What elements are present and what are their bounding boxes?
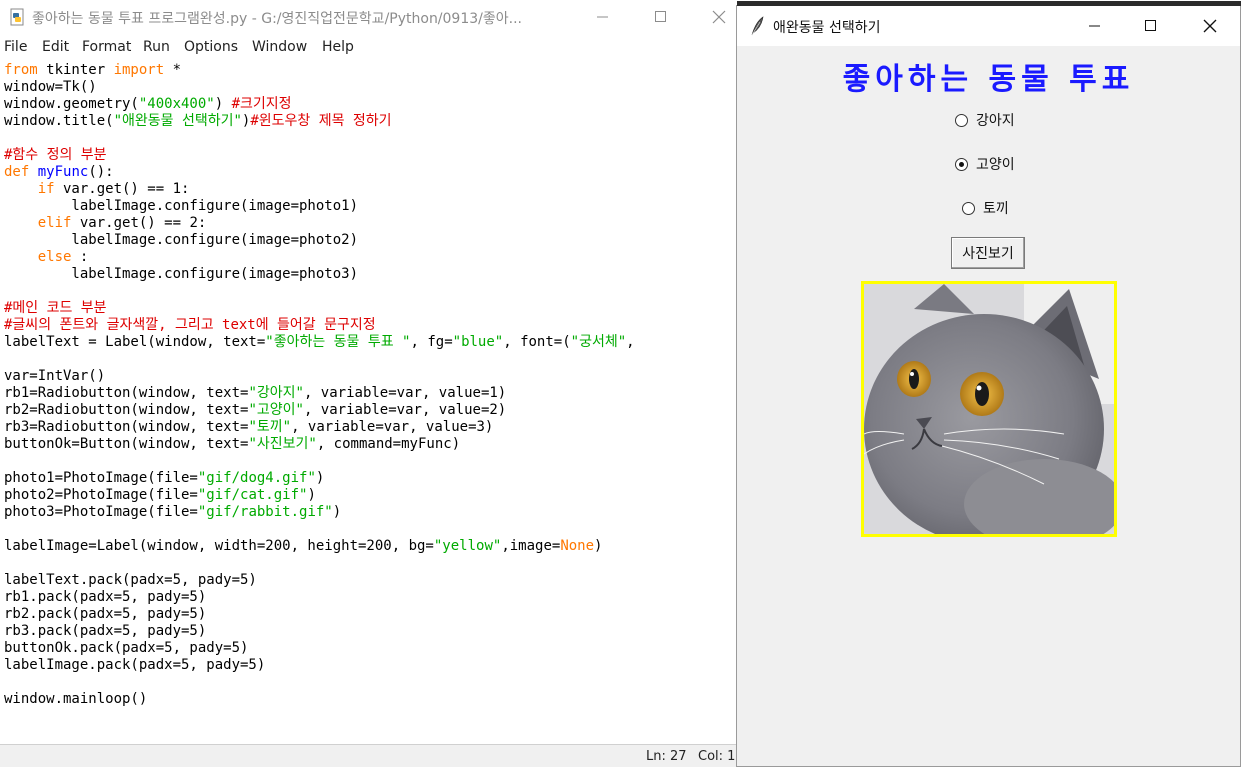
menu-options[interactable]: Options [184,39,238,55]
cat-photo [864,284,1114,534]
vote-title-label: 좋아하는 동물 투표 [842,62,1135,97]
idle-editor-window: 좋아하는 동물 투표 프로그램완성.py - G:/영진직업전문학교/Pytho… [0,0,740,767]
tk-maximize-button[interactable] [1128,9,1174,43]
radio-label: 토끼 [983,201,1009,217]
tk-feather-icon [751,16,764,36]
minimize-icon [597,16,608,18]
line-number: Ln: 27 [646,749,687,764]
minimize-button[interactable] [580,0,626,34]
idle-titlebar[interactable]: 좋아하는 동물 투표 프로그램완성.py - G:/영진직업전문학교/Pytho… [0,0,740,34]
menu-file[interactable]: File [4,39,27,55]
radio-indicator-selected [955,157,968,171]
maximize-button[interactable] [638,0,684,34]
python-file-icon [10,8,24,26]
idle-menubar: File Edit Format Run Options Window Help [0,36,740,60]
close-icon [1203,19,1217,33]
radio-indicator [955,113,968,127]
idle-window-title: 좋아하는 동물 투표 프로그램완성.py - G:/영진직업전문학교/Pytho… [32,11,522,27]
code-editor[interactable]: from tkinter import * window=Tk() window… [4,62,734,708]
radio-label: 고양이 [976,157,1015,173]
tk-titlebar[interactable]: 애완동물 선택하기 [737,6,1240,46]
tk-close-button[interactable] [1187,9,1233,43]
show-photo-button[interactable]: 사진보기 [951,237,1025,269]
maximize-icon [1145,20,1156,31]
menu-run[interactable]: Run [143,39,170,55]
menu-help[interactable]: Help [322,39,354,55]
menu-window[interactable]: Window [252,39,307,55]
tk-minimize-button[interactable] [1072,9,1118,43]
radio-dog[interactable]: 강아지 [955,110,1015,130]
minimize-icon [1089,25,1100,27]
radio-label: 강아지 [976,113,1015,129]
image-label [861,281,1117,537]
menu-format[interactable]: Format [82,39,131,55]
tk-app-window: 애완동물 선택하기 좋아하는 동물 투표 강아지 고양이 토끼 사진보기 [736,1,1241,767]
tk-window-title: 애완동물 선택하기 [773,20,881,36]
column-number: Col: 1 [698,749,736,764]
radio-cat[interactable]: 고양이 [955,154,1015,174]
idle-statusbar: Ln: 27 Col: 1 [0,744,740,767]
menu-edit[interactable]: Edit [42,39,69,55]
close-icon [712,10,726,24]
radio-rabbit[interactable]: 토끼 [962,198,1009,218]
radio-indicator [962,201,975,215]
maximize-icon [655,11,666,22]
